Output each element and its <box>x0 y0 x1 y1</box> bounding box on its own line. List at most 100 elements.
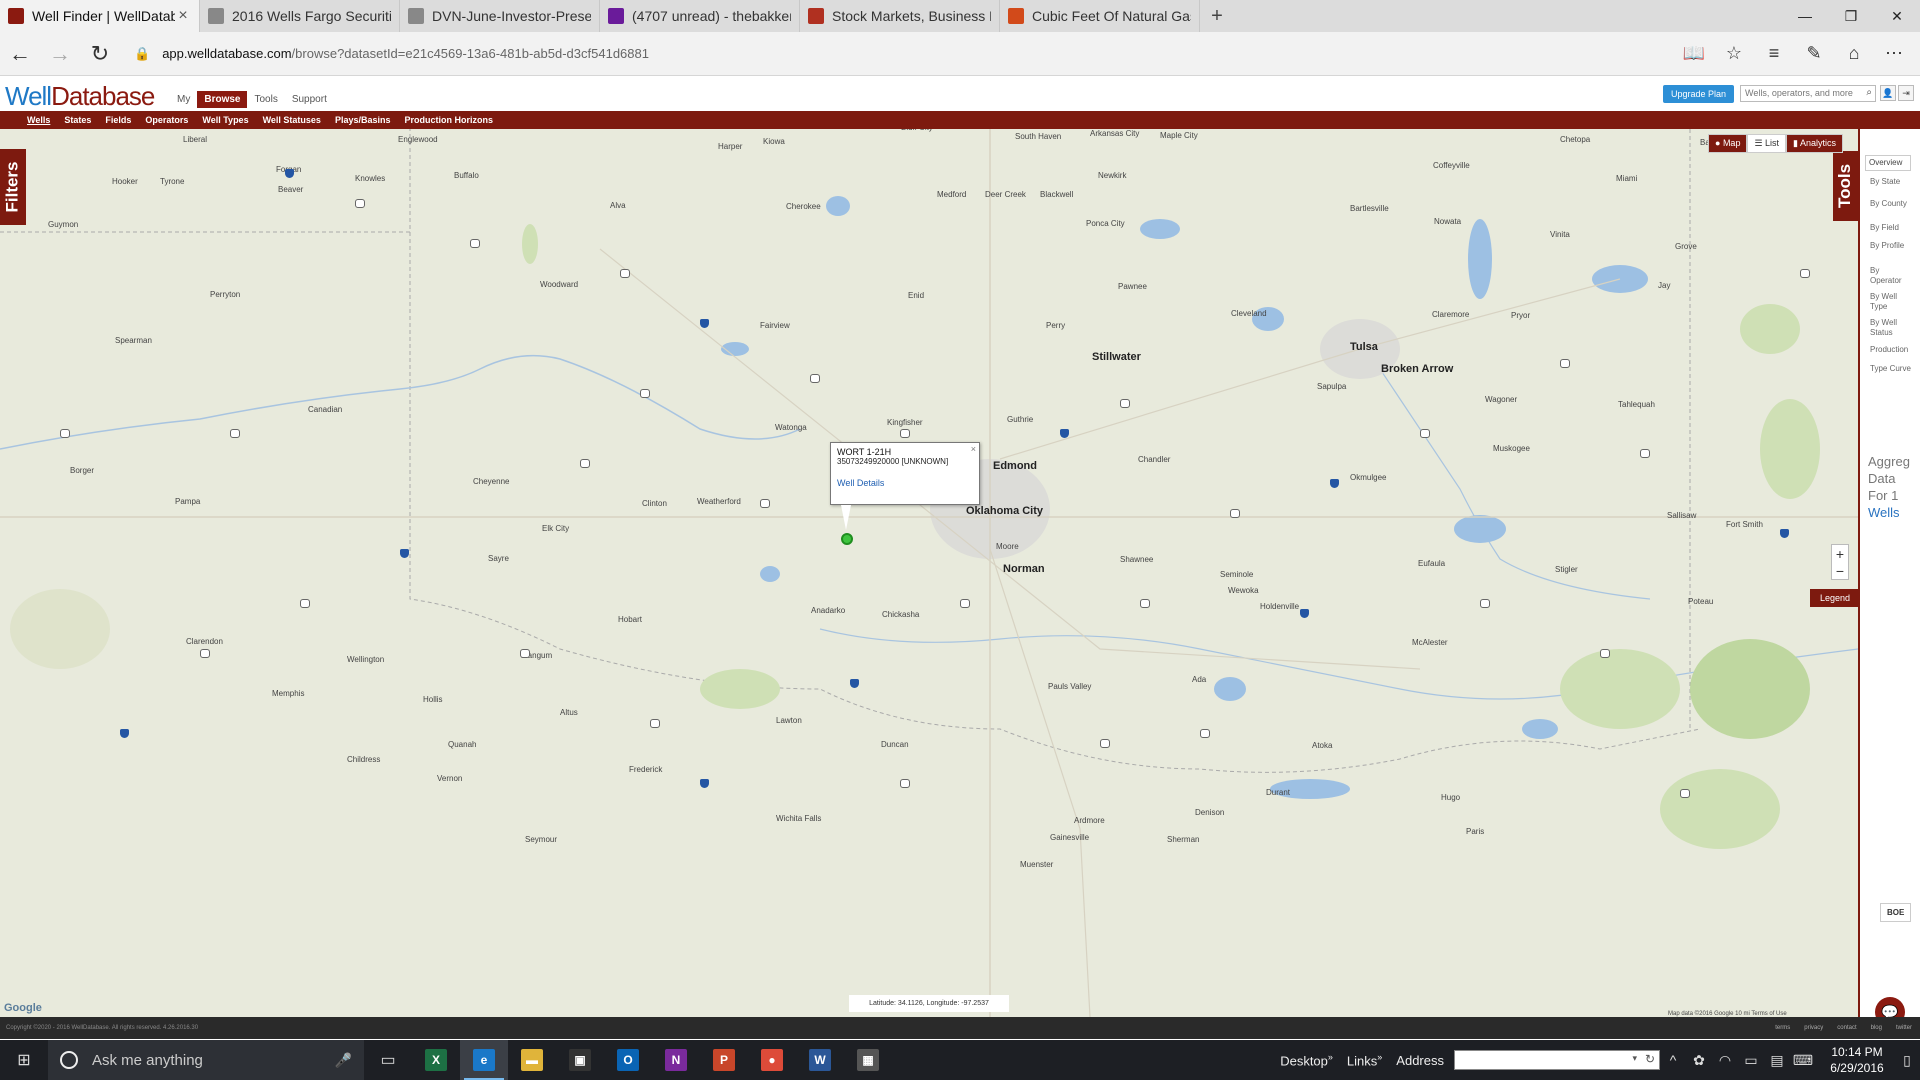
tab-close-icon[interactable]: × <box>175 7 191 25</box>
wifi-icon[interactable]: ◠ <box>1712 1052 1738 1069</box>
desktop-toolbar[interactable]: Desktop» <box>1280 1052 1333 1068</box>
browser-tab[interactable]: Cubic Feet Of Natural Gas t <box>1000 0 1200 32</box>
top-nav-tools[interactable]: Tools <box>247 91 284 108</box>
zoom-in-button[interactable]: + <box>1832 545 1848 562</box>
back-icon[interactable]: ← <box>0 34 40 74</box>
panel-item-type-curve[interactable]: Type Curve <box>1870 364 1912 374</box>
welldatabase-logo[interactable]: WellDatabase <box>5 81 155 112</box>
app-tray-icon[interactable]: ✿ <box>1686 1052 1712 1069</box>
taskbar-onenote-icon[interactable]: N <box>652 1040 700 1080</box>
web-note-icon[interactable]: ✎ <box>1794 34 1834 74</box>
footer-link-twitter[interactable]: twitter <box>1896 1025 1912 1031</box>
footer-link-blog[interactable]: blog <box>1871 1025 1882 1031</box>
sub-nav-well-statuses[interactable]: Well Statuses <box>263 115 321 125</box>
panel-item-by-state[interactable]: By State <box>1870 177 1912 187</box>
map-city-label: Norman <box>1003 563 1045 575</box>
close-window-icon[interactable]: ✕ <box>1874 0 1920 32</box>
sub-nav-production-horizons[interactable]: Production Horizons <box>404 115 493 125</box>
footer-link-terms[interactable]: terms <box>1775 1025 1790 1031</box>
action-center-icon[interactable]: ▯ <box>1894 1052 1920 1069</box>
panel-item-by-county[interactable]: By County <box>1870 199 1912 209</box>
panel-item-by-well-type[interactable]: By Well Type <box>1870 292 1912 312</box>
browser-tab[interactable]: DVN-June-Investor-Presentati <box>400 0 600 32</box>
footer-link-contact[interactable]: contact <box>1837 1025 1856 1031</box>
top-nav-my[interactable]: My <box>170 91 197 108</box>
new-tab-button[interactable]: + <box>1200 0 1234 32</box>
cortana-search-box[interactable]: Ask me anything 🎤 <box>48 1040 364 1080</box>
refresh-icon[interactable]: ↻ <box>1645 1052 1655 1066</box>
tools-tab[interactable]: Tools <box>1833 151 1858 221</box>
taskbar-word-icon[interactable]: W <box>796 1040 844 1080</box>
legend-button[interactable]: Legend <box>1810 589 1858 607</box>
panel-item-by-profile[interactable]: By Profile <box>1870 241 1912 251</box>
boe-selector[interactable]: BOE <box>1880 903 1912 922</box>
forward-icon[interactable]: → <box>40 34 80 74</box>
sub-nav-fields[interactable]: Fields <box>105 115 131 125</box>
restore-icon[interactable]: ❐ <box>1828 0 1874 32</box>
user-icon[interactable]: 👤 <box>1880 85 1896 101</box>
upgrade-plan-button[interactable]: Upgrade Plan <box>1663 85 1735 103</box>
sub-nav-states[interactable]: States <box>64 115 91 125</box>
browser-tab[interactable]: 2016 Wells Fargo Securities <box>200 0 400 32</box>
hub-icon[interactable]: ≡ <box>1754 34 1794 74</box>
share-icon[interactable]: ⌂ <box>1834 34 1874 74</box>
more-icon[interactable]: ⋯ <box>1874 34 1914 74</box>
sub-nav-plays-basins[interactable]: Plays/Basins <box>335 115 391 125</box>
popup-close-icon[interactable]: × <box>971 444 976 454</box>
windows-start-icon[interactable]: ⊞ <box>0 1040 48 1080</box>
taskbar-outlook-icon[interactable]: O <box>604 1040 652 1080</box>
taskbar-calculator-icon[interactable]: ▦ <box>844 1040 892 1080</box>
top-nav-support[interactable]: Support <box>285 91 334 108</box>
panel-overview-tab[interactable]: Overview <box>1865 155 1911 171</box>
map-town-label: Okmulgee <box>1350 473 1387 482</box>
taskbar-store-icon[interactable]: ▣ <box>556 1040 604 1080</box>
taskbar-edge-icon[interactable]: e <box>460 1040 508 1080</box>
browser-tab[interactable]: Well Finder | WellDatab × <box>0 0 200 32</box>
refresh-icon[interactable]: ↻ <box>80 34 120 74</box>
microphone-icon[interactable]: 🎤 <box>335 1052 352 1069</box>
sub-nav-well-types[interactable]: Well Types <box>202 115 248 125</box>
analytics-view-button[interactable]: ▮ Analytics <box>1786 134 1844 153</box>
map-view-button[interactable]: ● Map <box>1708 134 1748 153</box>
well-marker[interactable] <box>841 533 853 545</box>
taskbar-clock[interactable]: 10:14 PM 6/29/2016 <box>1820 1044 1894 1076</box>
panel-item-by-operator[interactable]: By Operator <box>1870 266 1912 286</box>
tray-expand-icon[interactable]: ^ <box>1660 1052 1686 1068</box>
minimize-icon[interactable]: — <box>1782 0 1828 32</box>
map-town-label: Pawnee <box>1118 282 1147 291</box>
windows-taskbar: ⊞ Ask me anything 🎤 ▭ Xe ▬ ▣ O N P ● W ▦ Desktop… <box>0 1040 1920 1080</box>
site-search-input[interactable]: Wells, operators, and more ⌕ <box>1740 85 1876 102</box>
chevron-down-icon[interactable]: ▾ <box>1632 1053 1637 1064</box>
footer-link-privacy[interactable]: privacy <box>1804 1025 1823 1031</box>
panel-item-production[interactable]: Production <box>1870 345 1912 355</box>
reading-view-icon[interactable]: 📖 <box>1674 34 1714 74</box>
map-town-label: Harper <box>718 142 743 151</box>
zoom-out-button[interactable]: − <box>1832 562 1848 579</box>
taskbar-powerpoint-icon[interactable]: P <box>700 1040 748 1080</box>
filters-tab[interactable]: Filters <box>0 149 26 225</box>
top-nav-browse[interactable]: Browse <box>197 91 248 108</box>
well-details-link[interactable]: Well Details <box>837 478 973 488</box>
task-view-icon[interactable]: ▭ <box>364 1040 412 1080</box>
browser-tab[interactable]: (4707 unread) - thebakkenu <box>600 0 800 32</box>
list-view-button[interactable]: ☰ List <box>1747 134 1787 153</box>
panel-item-by-field[interactable]: By Field <box>1870 223 1912 233</box>
notification-icon[interactable]: ▤ <box>1764 1052 1790 1069</box>
taskbar-file-explorer-icon[interactable]: ▬ <box>508 1040 556 1080</box>
favorite-star-icon[interactable]: ☆ <box>1714 34 1754 74</box>
map-town-label: Chandler <box>1138 455 1171 464</box>
map-canvas[interactable]: LiberalEnglewoodButtermilkHarperKiowaBlu… <box>0 129 1858 1017</box>
taskbar-chrome-icon[interactable]: ● <box>748 1040 796 1080</box>
panel-item-by-well-status[interactable]: By Well Status <box>1870 318 1912 338</box>
logout-icon[interactable]: ⇥ <box>1898 85 1914 101</box>
address-toolbar-input[interactable]: ▾ ↻ <box>1454 1050 1660 1070</box>
battery-icon[interactable]: ▭ <box>1738 1052 1764 1069</box>
sub-nav-wells[interactable]: Wells <box>27 115 50 125</box>
keyboard-icon[interactable]: ⌨ <box>1790 1052 1816 1069</box>
url-field[interactable]: 🔒 app.welldatabase.com /browse?datasetId… <box>134 46 649 62</box>
links-toolbar[interactable]: Links» <box>1347 1052 1382 1068</box>
sub-nav-operators[interactable]: Operators <box>145 115 188 125</box>
browser-tab[interactable]: Stock Markets, Business Ne <box>800 0 1000 32</box>
taskbar-excel-icon[interactable]: X <box>412 1040 460 1080</box>
search-icon[interactable]: ⌕ <box>1866 87 1872 98</box>
